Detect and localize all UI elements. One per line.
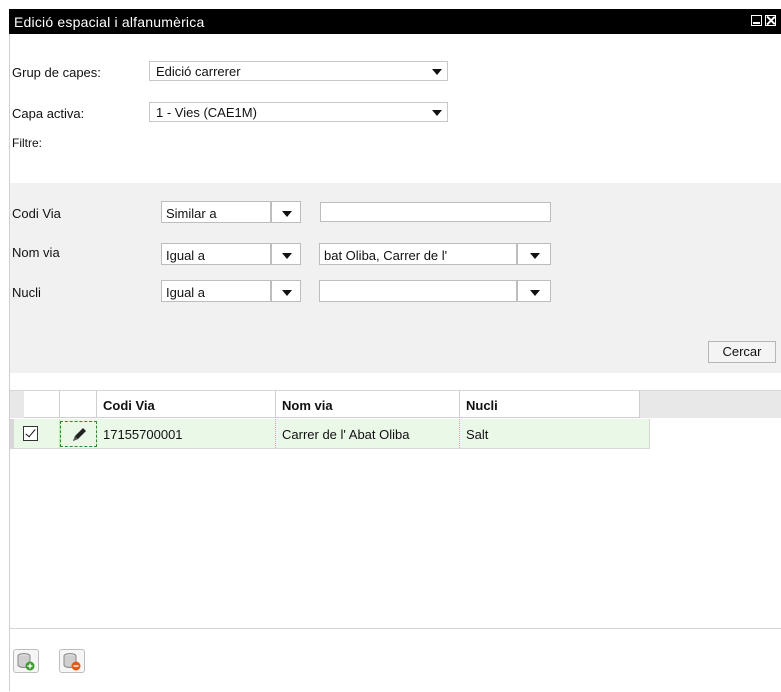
filter-operator-nucli[interactable]: Igual a bbox=[161, 280, 301, 302]
filter-label-nom-via: Nom via bbox=[12, 245, 60, 260]
column-header-codi-via[interactable]: Codi Via bbox=[97, 391, 276, 418]
filter-label-nucli: Nucli bbox=[12, 285, 41, 300]
minimize-icon[interactable] bbox=[751, 15, 762, 26]
grup-capes-value: Edició carrerer bbox=[156, 64, 241, 79]
window-title: Edició espacial i alfanumèrica bbox=[14, 14, 205, 30]
filter-operator-codi-via[interactable]: Similar a bbox=[161, 201, 301, 223]
grup-capes-select[interactable]: Edició carrerer bbox=[149, 61, 448, 81]
capa-activa-select[interactable]: 1 - Vies (CAE1M) bbox=[149, 102, 448, 122]
capa-activa-label: Capa activa: bbox=[12, 106, 85, 121]
chevron-down-icon[interactable] bbox=[271, 201, 301, 223]
filter-label-codi-via: Codi Via bbox=[12, 206, 61, 221]
bottom-toolbar bbox=[10, 628, 781, 692]
capa-activa-value: 1 - Vies (CAE1M) bbox=[156, 105, 257, 120]
database-delete-icon bbox=[63, 653, 81, 671]
cell-nucli: Salt bbox=[460, 419, 650, 448]
database-add-icon bbox=[17, 653, 35, 671]
filtre-label: Filtre: bbox=[12, 136, 42, 150]
grup-capes-label: Grup de capes: bbox=[12, 65, 101, 80]
cell-codi-via: 17155700001 bbox=[97, 419, 276, 448]
operator-value: Igual a bbox=[166, 248, 206, 263]
row-edit-cell[interactable] bbox=[60, 421, 97, 447]
column-header-nom-via[interactable]: Nom via bbox=[276, 391, 460, 418]
filter-value-nucli-select[interactable] bbox=[319, 280, 551, 302]
row-checkbox[interactable] bbox=[23, 426, 38, 441]
grid-header: Codi Via Nom via Nucli bbox=[10, 391, 781, 418]
chevron-down-icon[interactable] bbox=[427, 62, 447, 80]
close-icon[interactable] bbox=[765, 15, 776, 26]
filter-operator-nom-via[interactable]: Igual a bbox=[161, 243, 301, 265]
operator-value: Igual a bbox=[166, 285, 206, 300]
chevron-down-icon[interactable] bbox=[517, 243, 551, 265]
chevron-down-icon[interactable] bbox=[271, 243, 301, 265]
database-delete-button[interactable] bbox=[59, 649, 85, 673]
results-grid: Codi Via Nom via Nucli 17155700001 Carre… bbox=[10, 390, 781, 629]
chevron-down-icon[interactable] bbox=[271, 280, 301, 302]
filter-value-nom-via-select[interactable]: bat Oliba, Carrer de l' bbox=[319, 243, 551, 265]
chevron-down-icon[interactable] bbox=[517, 280, 551, 302]
column-header-nucli[interactable]: Nucli bbox=[460, 391, 640, 418]
database-add-button[interactable] bbox=[13, 649, 39, 673]
select-column-header[interactable] bbox=[24, 391, 60, 418]
operator-value: Similar a bbox=[166, 206, 217, 221]
pencil-icon[interactable] bbox=[69, 425, 89, 445]
edit-column-header bbox=[60, 391, 97, 418]
filter-value-codi-via-input[interactable] bbox=[320, 202, 551, 222]
window-titlebar: Edició espacial i alfanumèrica bbox=[9, 9, 781, 34]
cell-nom-via: Carrer de l' Abat Oliba bbox=[276, 419, 460, 448]
table-row[interactable]: 17155700001 Carrer de l' Abat Oliba Salt bbox=[10, 419, 650, 449]
search-button[interactable]: Cercar bbox=[708, 341, 776, 363]
chevron-down-icon[interactable] bbox=[427, 103, 447, 121]
nom-via-value: bat Oliba, Carrer de l' bbox=[324, 248, 448, 263]
row-select-cell[interactable] bbox=[14, 419, 60, 448]
